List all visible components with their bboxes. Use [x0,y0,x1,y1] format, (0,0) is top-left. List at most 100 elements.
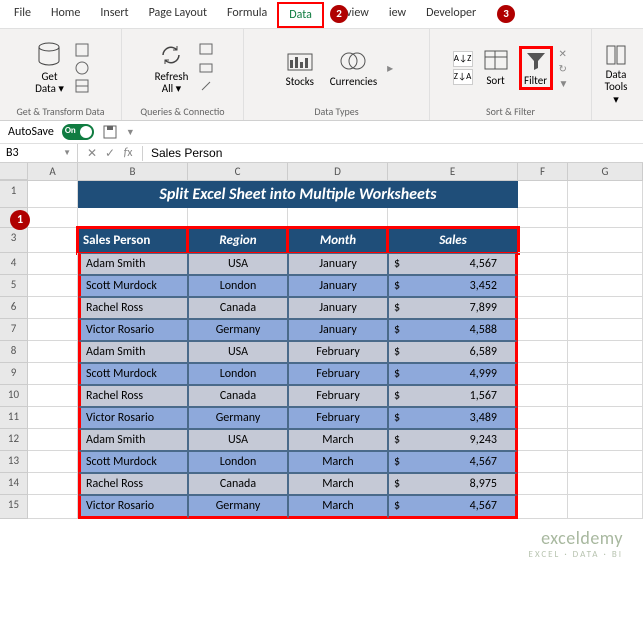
tab-home[interactable]: Home [41,2,90,28]
cell[interactable] [568,495,643,519]
cell-sales[interactable]: $3,452 [388,275,518,297]
cell[interactable] [568,319,643,341]
cell[interactable] [568,208,643,228]
cell[interactable] [568,341,643,363]
cell-region[interactable]: USA [188,253,288,275]
cell-sales[interactable]: $4,567 [388,495,518,519]
row-header[interactable]: 6 [0,297,28,319]
queries-icon[interactable] [198,42,214,58]
col-header-d[interactable]: D [288,163,388,180]
cell[interactable] [28,341,78,363]
col-header-e[interactable]: E [388,163,518,180]
cell-month[interactable]: February [288,341,388,363]
cell[interactable] [568,363,643,385]
reapply-icon[interactable]: ↻ [559,62,569,75]
cell[interactable] [518,228,568,253]
cell[interactable] [568,385,643,407]
cell-region[interactable]: USA [188,341,288,363]
cell[interactable] [518,363,568,385]
cell[interactable] [518,385,568,407]
formula-input[interactable] [143,144,643,162]
col-header-a[interactable]: A [28,163,78,180]
cell[interactable] [388,208,518,228]
tab-formulas[interactable]: Formula [217,2,277,28]
cell[interactable] [518,451,568,473]
cell[interactable] [28,208,78,228]
cell-person[interactable]: Rachel Ross [78,385,188,407]
row-header[interactable]: 14 [0,473,28,495]
cell[interactable] [518,429,568,451]
cell[interactable] [518,208,568,228]
sort-az-button[interactable]: A↓Z [453,51,473,67]
cell-month[interactable]: January [288,319,388,341]
cell-sales[interactable]: $4,588 [388,319,518,341]
tab-view[interactable]: iew [379,2,416,28]
cell[interactable] [518,473,568,495]
sort-za-button[interactable]: Z↓A [453,69,473,85]
cell-region[interactable]: Canada [188,473,288,495]
cell[interactable] [518,275,568,297]
cell-region[interactable]: Canada [188,297,288,319]
cell[interactable] [568,181,643,208]
tab-page-layout[interactable]: Page Layout [139,2,217,28]
cell-month[interactable]: January [288,275,388,297]
cell-region[interactable]: London [188,451,288,473]
cell[interactable] [518,407,568,429]
col-header-g[interactable]: G [568,163,643,180]
cell-person[interactable]: Adam Smith [78,253,188,275]
cell[interactable] [568,275,643,297]
cell-region[interactable]: Germany [188,407,288,429]
cell[interactable] [568,228,643,253]
cell-person[interactable]: Victor Rosario [78,319,188,341]
advanced-icon[interactable]: ▼ [559,77,569,90]
row-header[interactable]: 8 [0,341,28,363]
cell-person[interactable]: Scott Murdock [78,275,188,297]
cell[interactable] [28,385,78,407]
cancel-formula-icon[interactable]: ✕ [84,146,100,161]
cell[interactable] [28,429,78,451]
cell[interactable] [28,451,78,473]
cell-person[interactable]: Adam Smith [78,341,188,363]
cell-sales[interactable]: $8,975 [388,473,518,495]
tab-data[interactable]: Data [277,2,324,28]
from-text-icon[interactable] [74,42,90,58]
cell-region[interactable]: London [188,275,288,297]
cell[interactable] [518,341,568,363]
cell[interactable] [568,253,643,275]
data-types-nav[interactable]: ▸ [387,61,393,76]
filter-button[interactable]: Filter [519,46,553,90]
cell[interactable] [188,208,288,228]
cell-month[interactable]: January [288,253,388,275]
cell-region[interactable]: Germany [188,495,288,519]
row-header[interactable]: 13 [0,451,28,473]
from-table-icon[interactable] [74,78,90,94]
clear-filter-icon[interactable]: ✕ [559,47,569,60]
cell-month[interactable]: February [288,385,388,407]
cell-person[interactable]: Scott Murdock [78,451,188,473]
tab-file[interactable]: File [4,2,41,28]
get-data-button[interactable]: Get Data ▾ [31,39,68,97]
tab-developer[interactable]: Developer [416,2,486,28]
cell-month[interactable]: February [288,407,388,429]
cell[interactable] [28,275,78,297]
cell-month[interactable]: March [288,473,388,495]
currencies-button[interactable]: Currencies [326,46,381,90]
cell-region[interactable]: USA [188,429,288,451]
cell[interactable] [568,297,643,319]
cell[interactable] [28,253,78,275]
cell-person[interactable]: Scott Murdock [78,363,188,385]
select-all-corner[interactable] [0,163,28,180]
cell-sales[interactable]: $7,899 [388,297,518,319]
header-month[interactable]: Month [288,228,388,253]
cell[interactable] [518,253,568,275]
header-person[interactable]: Sales Person [78,228,188,253]
cell[interactable] [78,208,188,228]
header-region[interactable]: Region [188,228,288,253]
properties-icon[interactable] [198,60,214,76]
cell-sales[interactable]: $4,567 [388,253,518,275]
cell-month[interactable]: February [288,363,388,385]
data-tools-button[interactable]: Data Tools ▾ [598,41,634,107]
cell-sales[interactable]: $9,243 [388,429,518,451]
cell-sales[interactable]: $3,489 [388,407,518,429]
cell[interactable] [28,297,78,319]
